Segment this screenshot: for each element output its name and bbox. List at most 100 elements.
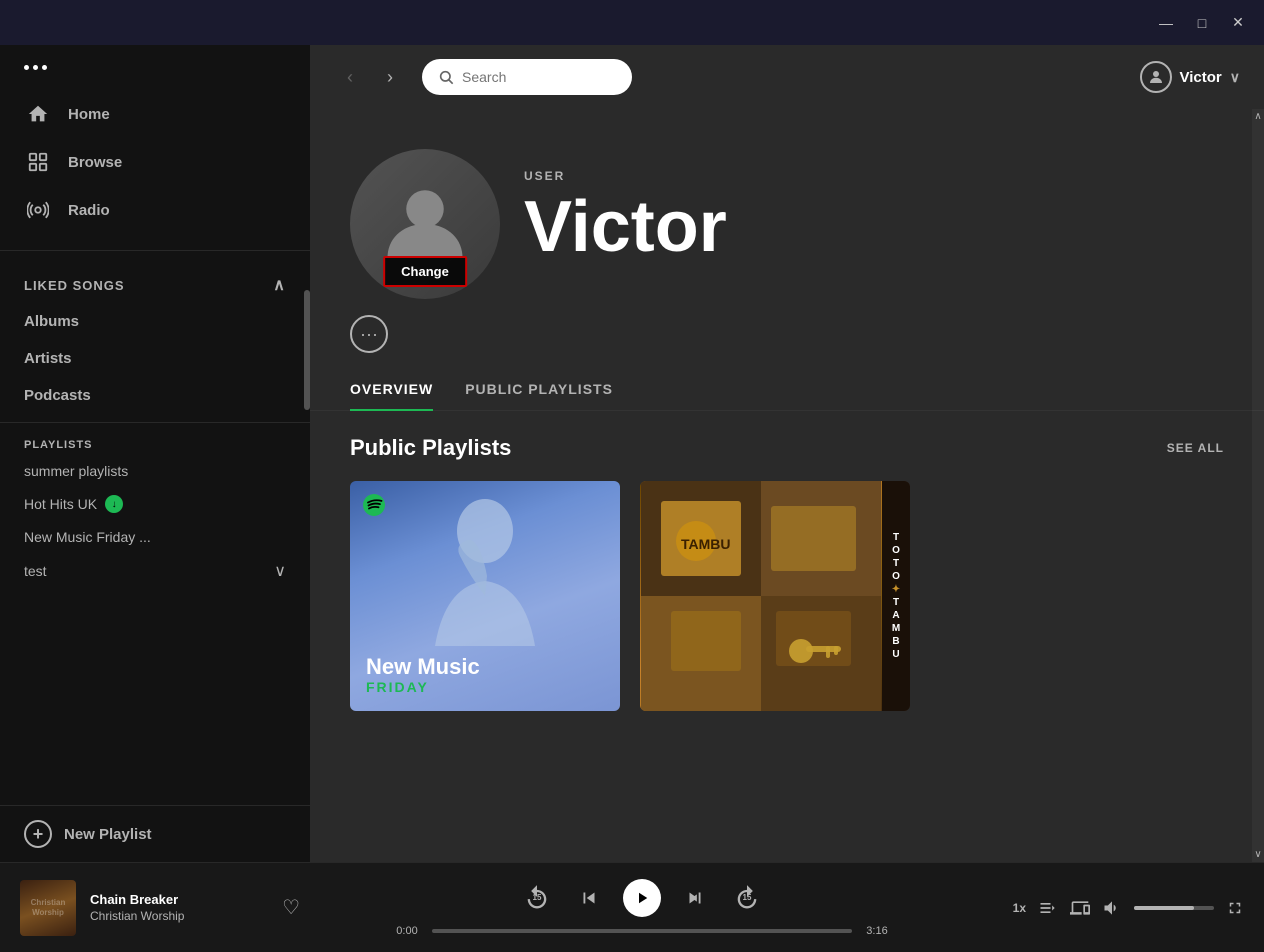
tambu-letter-t3: T xyxy=(893,597,899,609)
tambu-title-bar: T O T O ✦ T A M B U xyxy=(882,481,910,711)
tambu-letter-o2: O xyxy=(892,571,900,583)
radio-icon xyxy=(24,196,52,224)
tab-public-playlists[interactable]: PUBLIC PLAYLISTS xyxy=(465,369,613,411)
track-thumbnail: Christian Worship xyxy=(20,880,76,936)
main-content: ‹ › Victor ∨ xyxy=(310,45,1264,862)
track-details: Chain Breaker Christian Worship xyxy=(90,892,268,923)
scroll-up-icon[interactable]: ∧ xyxy=(1254,111,1261,122)
devices-button[interactable] xyxy=(1070,898,1090,918)
playlist-card-new-music-friday[interactable]: New Music FRIDAY xyxy=(350,481,620,711)
play-button[interactable] xyxy=(623,879,661,917)
close-button[interactable]: ✕ xyxy=(1220,5,1256,41)
volume-fill xyxy=(1134,906,1194,910)
test-chevron-icon: ∨ xyxy=(274,561,286,581)
user-chevron-icon: ∨ xyxy=(1230,69,1240,86)
tambu-separator: ✦ xyxy=(892,584,900,596)
sidebar-item-podcasts[interactable]: Podcasts xyxy=(0,377,310,414)
library-section: Liked Songs ∧ Albums Artists Podcasts PL… xyxy=(0,259,310,805)
more-options-button[interactable]: ··· xyxy=(350,315,388,353)
time-current: 0:00 xyxy=(392,925,422,937)
forward-15-button[interactable]: 15 xyxy=(729,880,765,916)
track-name: Chain Breaker xyxy=(90,892,268,907)
player-controls: 15 15 xyxy=(300,879,984,937)
playlist-card-toto-tambu[interactable]: TAMBU T O T O ✦ T A xyxy=(640,481,910,711)
sidebar-item-artists[interactable]: Artists xyxy=(0,340,310,377)
profile-section: Change USER Victor xyxy=(310,109,1264,299)
volume-icon[interactable] xyxy=(1102,898,1122,918)
sidebar-item-albums[interactable]: Albums xyxy=(0,303,310,340)
browse-icon xyxy=(24,148,52,176)
playlists-divider xyxy=(0,422,310,423)
search-bar[interactable] xyxy=(422,59,632,95)
tambu-art: TAMBU xyxy=(640,481,882,711)
tambu-letter-a: A xyxy=(892,610,899,622)
sidebar-item-test[interactable]: test ∨ xyxy=(0,553,310,589)
title-bar: — □ ✕ xyxy=(0,0,1264,45)
scroll-down-icon[interactable]: ∨ xyxy=(1254,849,1261,860)
control-buttons: 15 15 xyxy=(519,879,765,917)
app-container: Home Browse xyxy=(0,45,1264,862)
library-collapse-icon[interactable]: ∧ xyxy=(273,275,286,295)
right-scrollbar[interactable]: ∧ ∨ xyxy=(1252,109,1264,862)
content-area: Public Playlists SEE ALL xyxy=(310,411,1264,862)
card-person-figure xyxy=(350,481,620,671)
section-title: Public Playlists xyxy=(350,435,511,461)
sidebar-item-home[interactable]: Home xyxy=(0,90,310,138)
search-input[interactable] xyxy=(462,69,616,85)
svg-text:TAMBU: TAMBU xyxy=(681,536,731,552)
maximize-button[interactable]: □ xyxy=(1184,5,1220,41)
like-button[interactable]: ♡ xyxy=(282,895,300,920)
change-photo-button[interactable]: Change xyxy=(383,256,467,287)
section-header: Public Playlists SEE ALL xyxy=(350,435,1224,461)
next-button[interactable] xyxy=(681,884,709,912)
tambu-letter-t: T xyxy=(893,532,899,544)
sidebar-item-new-music-friday[interactable]: New Music Friday ... xyxy=(0,521,310,553)
profile-avatar-wrapper: Change xyxy=(350,149,500,299)
download-badge xyxy=(105,495,123,513)
user-area[interactable]: Victor ∨ xyxy=(1140,61,1241,93)
minimize-button[interactable]: — xyxy=(1148,5,1184,41)
speed-button[interactable]: 1x xyxy=(1013,901,1026,915)
see-all-button[interactable]: SEE ALL xyxy=(1167,441,1224,455)
back-button[interactable]: ‹ xyxy=(334,61,366,93)
volume-slider[interactable] xyxy=(1134,906,1214,910)
player-right-controls: 1x xyxy=(984,898,1244,918)
track-thumb-text: Christian Worship xyxy=(20,898,76,917)
tambu-layout: TAMBU T O T O ✦ T A xyxy=(640,481,910,711)
fullscreen-button[interactable] xyxy=(1226,899,1244,917)
library-header: Liked Songs ∧ xyxy=(0,267,310,303)
queue-button[interactable] xyxy=(1038,898,1058,918)
top-bar: ‹ › Victor ∨ xyxy=(310,45,1264,109)
tambu-letter-o1: O xyxy=(892,545,900,557)
sidebar-divider xyxy=(0,250,310,251)
rewind-15-button[interactable]: 15 xyxy=(519,880,555,916)
track-thumb-inner: Christian Worship xyxy=(20,880,76,936)
card-main-title: New Music xyxy=(366,655,480,679)
sidebar-item-summer-playlists[interactable]: summer playlists xyxy=(0,455,310,487)
user-name: Victor xyxy=(1180,69,1222,86)
bottom-player: Christian Worship Chain Breaker Christia… xyxy=(0,862,1264,952)
menu-dots-button[interactable] xyxy=(24,65,47,70)
player-track-info: Christian Worship Chain Breaker Christia… xyxy=(20,880,300,936)
forward-label: 15 xyxy=(743,893,752,902)
sidebar-item-hot-hits-uk[interactable]: Hot Hits UK xyxy=(0,487,310,521)
tab-overview[interactable]: OVERVIEW xyxy=(350,369,433,411)
prev-button[interactable] xyxy=(575,884,603,912)
sidebar: Home Browse xyxy=(0,45,310,862)
tambu-main-cell: TAMBU xyxy=(640,481,882,711)
card-sub-title: FRIDAY xyxy=(366,679,480,695)
sidebar-item-radio[interactable]: Radio xyxy=(0,186,310,234)
playlist-cards: New Music FRIDAY xyxy=(350,481,1224,711)
sidebar-header xyxy=(0,45,310,82)
user-avatar-icon xyxy=(1140,61,1172,93)
time-total: 3:16 xyxy=(862,925,892,937)
forward-button[interactable]: › xyxy=(374,61,406,93)
profile-name: Victor xyxy=(524,191,727,263)
nav-items: Home Browse xyxy=(0,82,310,242)
new-playlist-button[interactable]: + New Playlist xyxy=(0,805,310,862)
nav-arrows: ‹ › xyxy=(334,61,406,93)
tambu-letter-b: B xyxy=(892,636,899,648)
plus-icon: + xyxy=(24,820,52,848)
sidebar-item-browse[interactable]: Browse xyxy=(0,138,310,186)
progress-track[interactable] xyxy=(432,929,852,933)
